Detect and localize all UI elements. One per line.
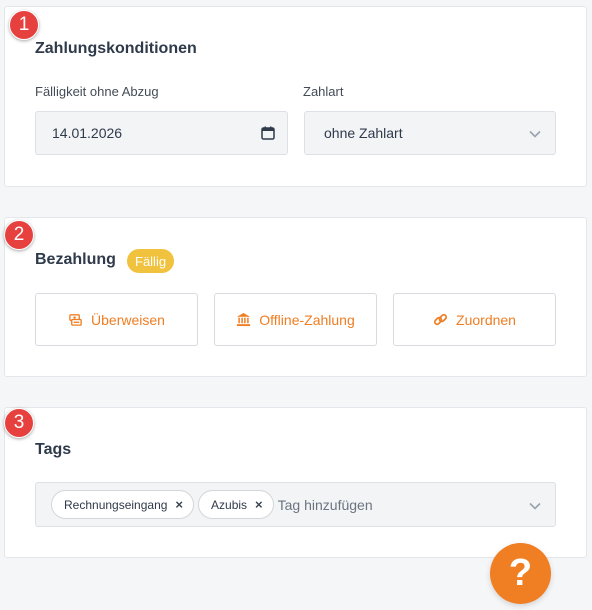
step-badge-3: 3	[4, 408, 34, 438]
due-date-value: 14.01.2026	[52, 125, 123, 141]
tag-remove-icon[interactable]: ×	[255, 497, 263, 512]
payment-terms-card: Zahlungskonditionen Fälligkeit ohne Abzu…	[4, 6, 587, 187]
calendar-icon[interactable]	[261, 126, 275, 140]
tags-card: Tags Rechnungseingang × Azubis ×	[4, 407, 587, 558]
tag-label: Rechnungseingang	[64, 497, 168, 512]
assign-button-label: Zuordnen	[456, 311, 516, 328]
payment-title: Bezahlung	[35, 251, 116, 268]
tag-chip: Azubis ×	[198, 490, 274, 519]
bank-icon	[237, 312, 251, 327]
tags-title: Tags	[35, 441, 72, 458]
offline-payment-button[interactable]: Offline-Zahlung	[214, 293, 377, 346]
payment-method-select[interactable]: ohne Zahlart	[304, 111, 556, 155]
link-icon	[434, 313, 448, 326]
payment-card: Bezahlung Fällig Überweisen Offline-Zahl…	[4, 217, 587, 377]
payment-method-value: ohne Zahlart	[324, 125, 403, 141]
tags-field[interactable]: Rechnungseingang × Azubis ×	[35, 482, 556, 527]
payment-terms-title: Zahlungskonditionen	[35, 40, 197, 57]
status-badge: Fällig	[127, 249, 175, 273]
due-date-label: Fälligkeit ohne Abzug	[35, 84, 159, 99]
tag-remove-icon[interactable]: ×	[175, 497, 183, 512]
chevron-down-icon	[529, 130, 541, 138]
help-button[interactable]: ?	[490, 543, 551, 604]
assign-button[interactable]: Zuordnen	[393, 293, 556, 346]
payment-method-label: Zahlart	[303, 84, 344, 99]
due-date-input[interactable]: 14.01.2026	[35, 111, 288, 155]
transfer-button-label: Überweisen	[91, 311, 165, 328]
step-badge-1: 1	[9, 10, 39, 40]
tag-input[interactable]	[277, 496, 508, 513]
chevron-down-icon[interactable]	[529, 502, 541, 510]
offline-payment-button-label: Offline-Zahlung	[259, 311, 355, 328]
tag-label: Azubis	[211, 497, 248, 512]
money-transfer-icon	[69, 314, 82, 326]
tag-chip: Rechnungseingang ×	[51, 490, 195, 519]
step-badge-2: 2	[4, 220, 34, 250]
transfer-button[interactable]: Überweisen	[35, 293, 198, 346]
